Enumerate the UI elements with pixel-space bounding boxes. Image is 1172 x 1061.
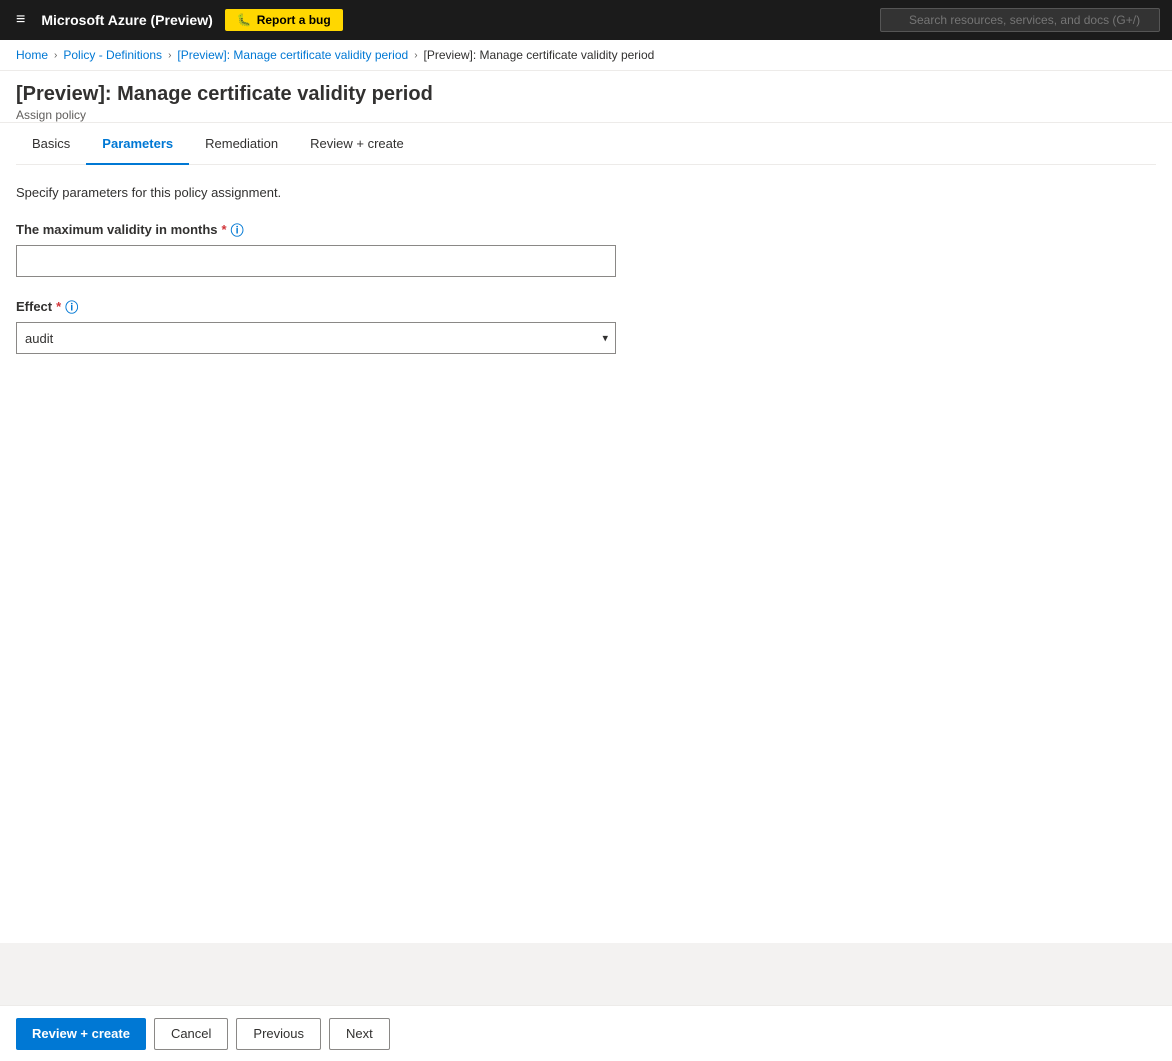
max-validity-label: The maximum validity in months * ⓘ (16, 220, 1156, 239)
effect-info-icon[interactable]: ⓘ (65, 297, 78, 316)
report-bug-label: Report a bug (257, 13, 331, 27)
tab-parameters[interactable]: Parameters (86, 124, 189, 165)
page-title: [Preview]: Manage certificate validity p… (16, 83, 1156, 106)
breadcrumb-current: [Preview]: Manage certificate validity p… (424, 48, 655, 62)
max-validity-label-text: The maximum validity in months (16, 222, 218, 237)
app-layout: ≡ Microsoft Azure (Preview) 🐛 Report a b… (0, 0, 1172, 1061)
footer: Review + create Cancel Previous Next (0, 1005, 1172, 1061)
breadcrumb-sep-3: › (414, 50, 417, 61)
form-section: Specify parameters for this policy assig… (16, 165, 1156, 394)
main-content: Basics Parameters Remediation Review + c… (0, 123, 1172, 943)
max-validity-info-icon[interactable]: ⓘ (231, 220, 244, 239)
breadcrumb-manage-cert-link[interactable]: [Preview]: Manage certificate validity p… (177, 48, 408, 62)
topbar-title: Microsoft Azure (Preview) (41, 12, 212, 28)
effect-select-wrap: audit deny disabled ▾ (16, 322, 616, 354)
page-subtitle: Assign policy (16, 108, 1156, 122)
effect-label-text: Effect (16, 299, 52, 314)
breadcrumb-home[interactable]: Home (16, 48, 48, 62)
previous-button[interactable]: Previous (236, 1018, 321, 1050)
page-header: [Preview]: Manage certificate validity p… (0, 71, 1172, 122)
effect-label: Effect * ⓘ (16, 297, 1156, 316)
breadcrumb: Home › Policy - Definitions › [Preview]:… (0, 40, 1172, 71)
content-wrapper: Home › Policy - Definitions › [Preview]:… (0, 40, 1172, 1061)
cancel-button[interactable]: Cancel (154, 1018, 228, 1050)
topbar: ≡ Microsoft Azure (Preview) 🐛 Report a b… (0, 0, 1172, 40)
bug-icon: 🐛 (237, 13, 252, 27)
effect-required: * (56, 299, 61, 314)
tab-review-create[interactable]: Review + create (294, 124, 420, 165)
tabs: Basics Parameters Remediation Review + c… (16, 123, 1156, 165)
breadcrumb-sep-2: › (168, 50, 171, 61)
breadcrumb-sep-1: › (54, 50, 57, 61)
search-wrap: 🔍 (880, 8, 1160, 32)
review-create-button[interactable]: Review + create (16, 1018, 146, 1050)
form-description: Specify parameters for this policy assig… (16, 185, 1156, 200)
next-button[interactable]: Next (329, 1018, 390, 1050)
tab-basics[interactable]: Basics (16, 124, 86, 165)
report-bug-button[interactable]: 🐛 Report a bug (225, 9, 343, 31)
search-input[interactable] (880, 8, 1160, 32)
max-validity-required: * (222, 222, 227, 237)
tab-remediation[interactable]: Remediation (189, 124, 294, 165)
max-validity-input[interactable] (16, 245, 616, 277)
form-group-effect: Effect * ⓘ audit deny disabled ▾ (16, 297, 1156, 354)
effect-select[interactable]: audit deny disabled (16, 322, 616, 354)
breadcrumb-policy-definitions[interactable]: Policy - Definitions (63, 48, 162, 62)
form-group-max-validity: The maximum validity in months * ⓘ (16, 220, 1156, 277)
hamburger-icon[interactable]: ≡ (12, 7, 29, 33)
